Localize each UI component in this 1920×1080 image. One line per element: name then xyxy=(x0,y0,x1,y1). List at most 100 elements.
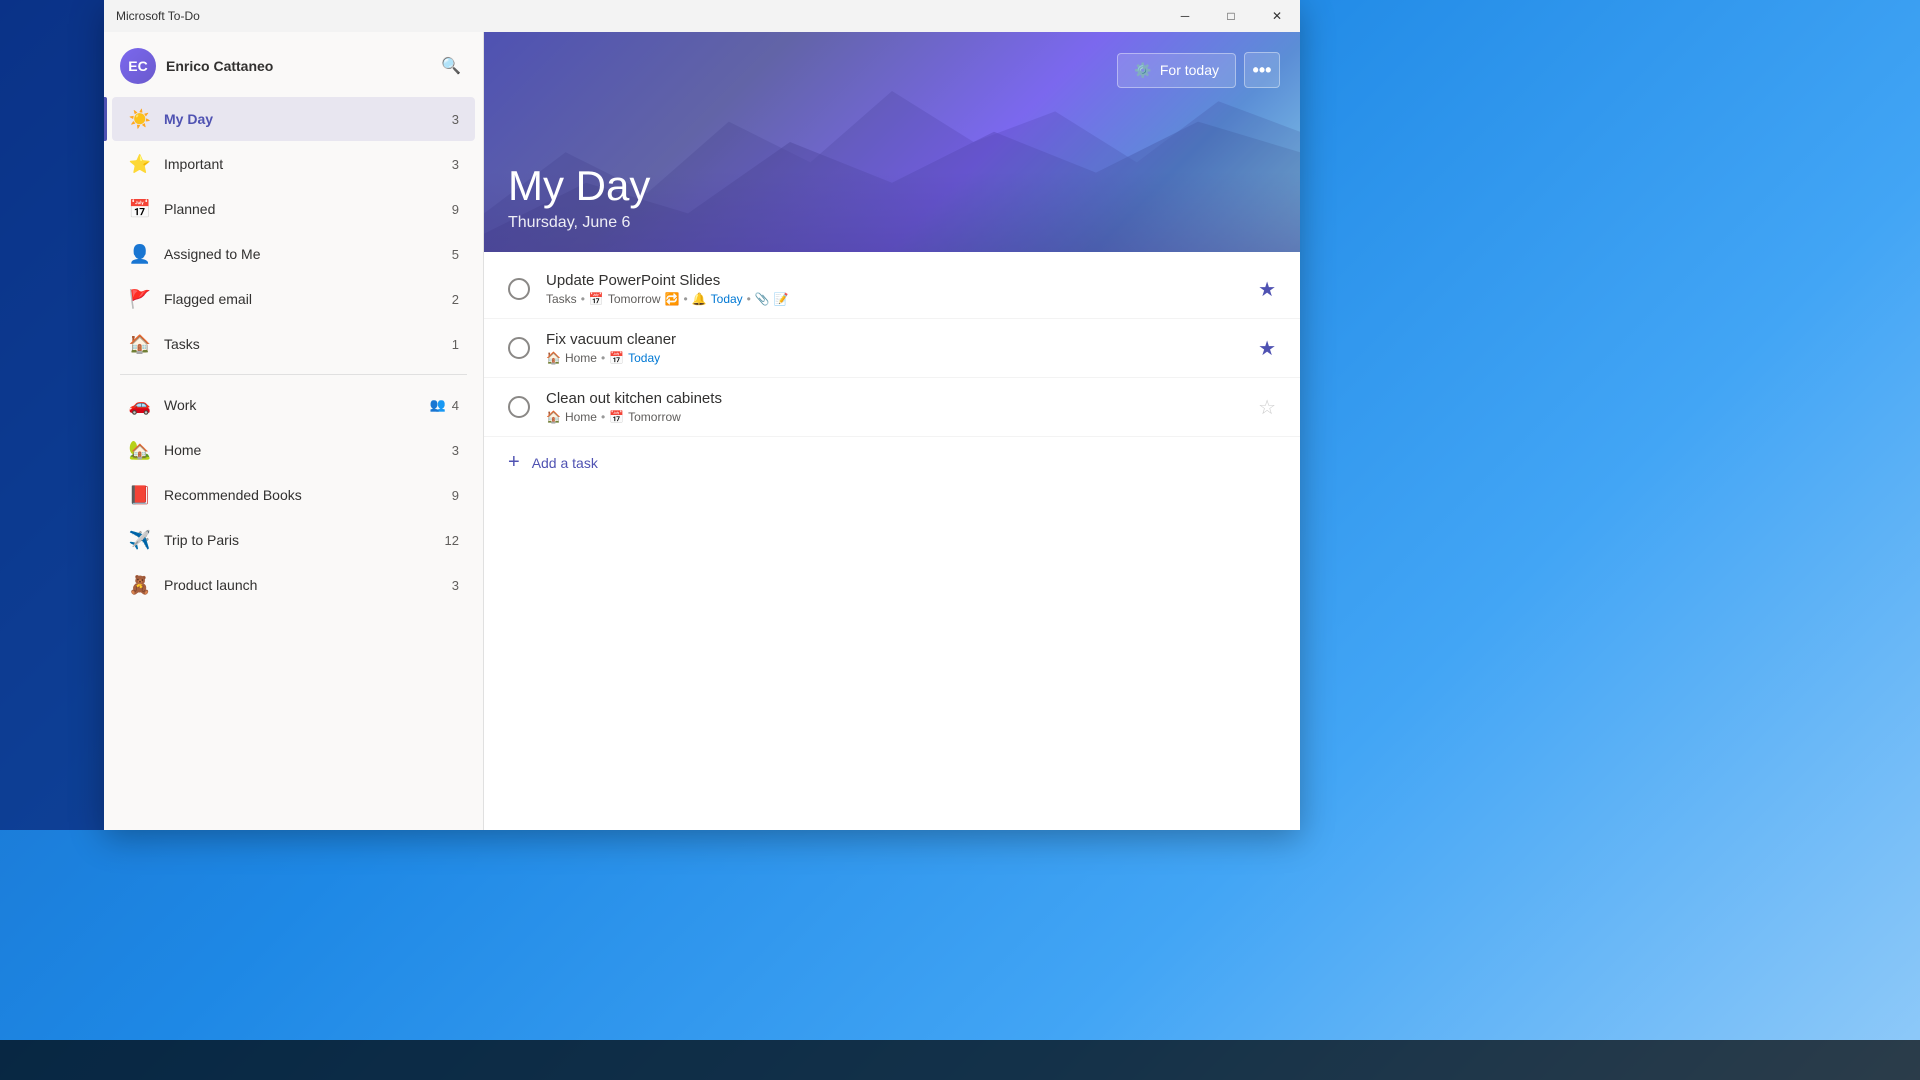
task-list-name-3: Home xyxy=(565,410,597,424)
important-count: 3 xyxy=(452,157,459,172)
app-body: EC Enrico Cattaneo 🔍 ☀️ My Day 3 ⭐ Impor xyxy=(104,32,1300,830)
home-label: Home xyxy=(164,442,452,458)
tasks-icon: 🏠 xyxy=(128,332,152,356)
hero-header: ⚙️ For today ••• My Day Thursday, June 6 xyxy=(484,32,1300,252)
task-star-3[interactable]: ☆ xyxy=(1258,395,1276,420)
my-day-label: My Day xyxy=(164,111,452,127)
sidebar-nav: ☀️ My Day 3 ⭐ Important 3 📅 Planned 9 👤 … xyxy=(104,92,483,830)
home-list-icon-3: 🏠 xyxy=(546,410,561,424)
sidebar-header: EC Enrico Cattaneo 🔍 xyxy=(104,32,483,92)
sidebar-item-flagged-email[interactable]: 🚩 Flagged email 2 xyxy=(112,277,475,321)
task-title-3: Clean out kitchen cabinets xyxy=(546,390,1250,407)
task-star-2[interactable]: ★ xyxy=(1258,336,1276,361)
maximize-button[interactable]: □ xyxy=(1208,0,1254,32)
hero-actions: ⚙️ For today ••• xyxy=(1117,52,1280,88)
sidebar-item-my-day[interactable]: ☀️ My Day 3 xyxy=(112,97,475,141)
planned-label: Planned xyxy=(164,201,452,217)
tasks-count: 1 xyxy=(452,337,459,352)
sidebar-item-work[interactable]: 🚗 Work 👥 4 xyxy=(112,383,475,427)
avatar: EC xyxy=(120,48,156,84)
task-checkbox-1[interactable] xyxy=(508,278,530,300)
flagged-email-count: 2 xyxy=(452,292,459,307)
task-list-name-2: Home xyxy=(565,351,597,365)
add-icon: + xyxy=(508,451,520,474)
my-day-count: 3 xyxy=(452,112,459,127)
work-icon: 🚗 xyxy=(128,393,152,417)
search-icon: 🔍 xyxy=(441,56,461,76)
sidebar-item-tasks[interactable]: 🏠 Tasks 1 xyxy=(112,322,475,366)
hero-text: My Day Thursday, June 6 xyxy=(508,162,1276,232)
sidebar-item-assigned-to-me[interactable]: 👤 Assigned to Me 5 xyxy=(112,232,475,276)
task-reminder-1: Today xyxy=(711,292,743,306)
note-icon-1: 📝 xyxy=(774,292,789,306)
window-controls: ─ □ ✕ xyxy=(1162,0,1300,32)
task-item-1[interactable]: Update PowerPoint Slides Tasks • 📅 Tomor… xyxy=(484,260,1300,319)
tasks-label: Tasks xyxy=(164,336,452,352)
more-options-button[interactable]: ••• xyxy=(1244,52,1280,88)
task-due-3: Tomorrow xyxy=(628,410,681,424)
for-today-label: For today xyxy=(1160,62,1219,78)
calendar-icon-1: 📅 xyxy=(589,292,604,306)
search-button[interactable]: 🔍 xyxy=(435,50,467,82)
sidebar: EC Enrico Cattaneo 🔍 ☀️ My Day 3 ⭐ Impor xyxy=(104,32,484,830)
task-meta-3: 🏠 Home • 📅 Tomorrow xyxy=(546,410,1250,424)
calendar-icon-2: 📅 xyxy=(609,351,624,365)
calendar-icon-3: 📅 xyxy=(609,410,624,424)
add-task-label: Add a task xyxy=(532,455,598,471)
for-today-button[interactable]: ⚙️ For today xyxy=(1117,53,1236,88)
task-content-3: Clean out kitchen cabinets 🏠 Home • 📅 To… xyxy=(546,390,1250,424)
work-count: 4 xyxy=(452,398,459,413)
task-content-2: Fix vacuum cleaner 🏠 Home • 📅 Today xyxy=(546,331,1250,365)
task-content-1: Update PowerPoint Slides Tasks • 📅 Tomor… xyxy=(546,272,1250,306)
close-button[interactable]: ✕ xyxy=(1254,0,1300,32)
page-title: My Day xyxy=(508,162,1276,210)
home-icon: 🏡 xyxy=(128,438,152,462)
planned-icon: 📅 xyxy=(128,197,152,221)
product-launch-label: Product launch xyxy=(164,577,452,593)
task-due-1: Tomorrow xyxy=(608,292,661,306)
task-item-2[interactable]: Fix vacuum cleaner 🏠 Home • 📅 Today ★ xyxy=(484,319,1300,378)
add-task-row[interactable]: + Add a task xyxy=(484,437,1300,488)
user-name: Enrico Cattaneo xyxy=(166,58,273,74)
page-subtitle: Thursday, June 6 xyxy=(508,214,1276,232)
sidebar-item-home[interactable]: 🏡 Home 3 xyxy=(112,428,475,472)
sidebar-item-important[interactable]: ⭐ Important 3 xyxy=(112,142,475,186)
task-checkbox-2[interactable] xyxy=(508,337,530,359)
work-label: Work xyxy=(164,397,430,413)
sidebar-item-recommended-books[interactable]: 📕 Recommended Books 9 xyxy=(112,473,475,517)
assigned-count: 5 xyxy=(452,247,459,262)
recommended-books-icon: 📕 xyxy=(128,483,152,507)
task-due-2: Today xyxy=(628,351,660,365)
task-star-1[interactable]: ★ xyxy=(1258,277,1276,302)
trip-to-paris-label: Trip to Paris xyxy=(164,532,445,548)
important-icon: ⭐ xyxy=(128,152,152,176)
my-day-icon: ☀️ xyxy=(128,107,152,131)
minimize-button[interactable]: ─ xyxy=(1162,0,1208,32)
flagged-email-label: Flagged email xyxy=(164,291,452,307)
recurrence-icon-1: 🔁 xyxy=(665,292,680,306)
task-title-2: Fix vacuum cleaner xyxy=(546,331,1250,348)
sidebar-item-planned[interactable]: 📅 Planned 9 xyxy=(112,187,475,231)
reminder-icon-1: 🔔 xyxy=(692,292,707,306)
user-info: EC Enrico Cattaneo xyxy=(120,48,273,84)
home-list-icon-2: 🏠 xyxy=(546,351,561,365)
product-launch-count: 3 xyxy=(452,578,459,593)
for-today-icon: ⚙️ xyxy=(1134,62,1151,79)
product-launch-icon: 🧸 xyxy=(128,573,152,597)
planned-count: 9 xyxy=(452,202,459,217)
sidebar-item-trip-to-paris[interactable]: ✈️ Trip to Paris 12 xyxy=(112,518,475,562)
task-list-name-1: Tasks xyxy=(546,292,577,306)
window-title: Microsoft To-Do xyxy=(116,9,200,23)
trip-to-paris-icon: ✈️ xyxy=(128,528,152,552)
assigned-icon: 👤 xyxy=(128,242,152,266)
work-shared-icon: 👥 xyxy=(430,397,446,413)
nav-divider xyxy=(120,374,467,375)
recommended-books-label: Recommended Books xyxy=(164,487,452,503)
avatar-initials: EC xyxy=(128,58,147,74)
task-checkbox-3[interactable] xyxy=(508,396,530,418)
assigned-label: Assigned to Me xyxy=(164,246,452,262)
taskbar xyxy=(0,1040,1920,1080)
sidebar-item-product-launch[interactable]: 🧸 Product launch 3 xyxy=(112,563,475,607)
flagged-email-icon: 🚩 xyxy=(128,287,152,311)
task-item-3[interactable]: Clean out kitchen cabinets 🏠 Home • 📅 To… xyxy=(484,378,1300,437)
